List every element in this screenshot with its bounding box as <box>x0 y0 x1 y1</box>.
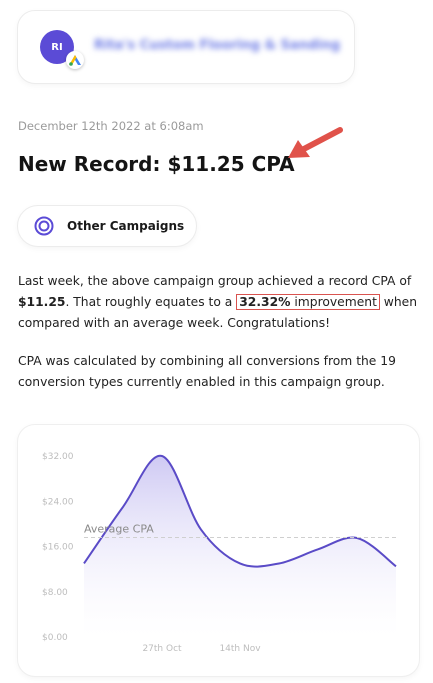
cpa-explanation: CPA was calculated by combining all conv… <box>18 354 396 389</box>
improvement-highlight: 32.32% improvement <box>236 294 380 310</box>
record-timestamp: December 12th 2022 at 6:08am <box>18 119 204 133</box>
account-card[interactable]: RI Rita's Custom Flooring & Sanding <box>17 10 355 84</box>
y-tick-label: $32.00 <box>42 452 74 462</box>
record-description: Last week, the above campaign group achi… <box>18 274 418 330</box>
x-tick-label: 14th Nov <box>219 644 261 654</box>
y-tick-label: $16.00 <box>42 543 74 553</box>
y-tick-label: $0.00 <box>42 633 68 643</box>
x-tick-label: 27th Oct <box>142 644 182 654</box>
cpa-chart: $32.00 $24.00 $16.00 $8.00 $0.00 27th Oct 14t… <box>17 424 420 677</box>
other-campaigns-button[interactable]: Other Campaigns <box>17 205 197 247</box>
account-name: Rita's Custom Flooring & Sanding <box>94 38 341 53</box>
arrow-annotation-icon <box>288 127 343 158</box>
google-ads-icon <box>66 51 84 69</box>
cpa-chart-svg: $32.00 $24.00 $16.00 $8.00 $0.00 27th Oct 14t… <box>42 452 397 654</box>
target-circle-icon <box>34 216 54 236</box>
average-cpa-label: Average CPA <box>84 522 154 535</box>
other-campaigns-label: Other Campaigns <box>67 219 185 233</box>
y-tick-label: $24.00 <box>42 497 74 507</box>
record-cpa-value: $11.25 <box>18 295 66 309</box>
y-tick-label: $8.00 <box>42 588 68 598</box>
page-title: New Record: $11.25 CPA <box>18 152 295 176</box>
chart-area-fill <box>84 455 396 637</box>
